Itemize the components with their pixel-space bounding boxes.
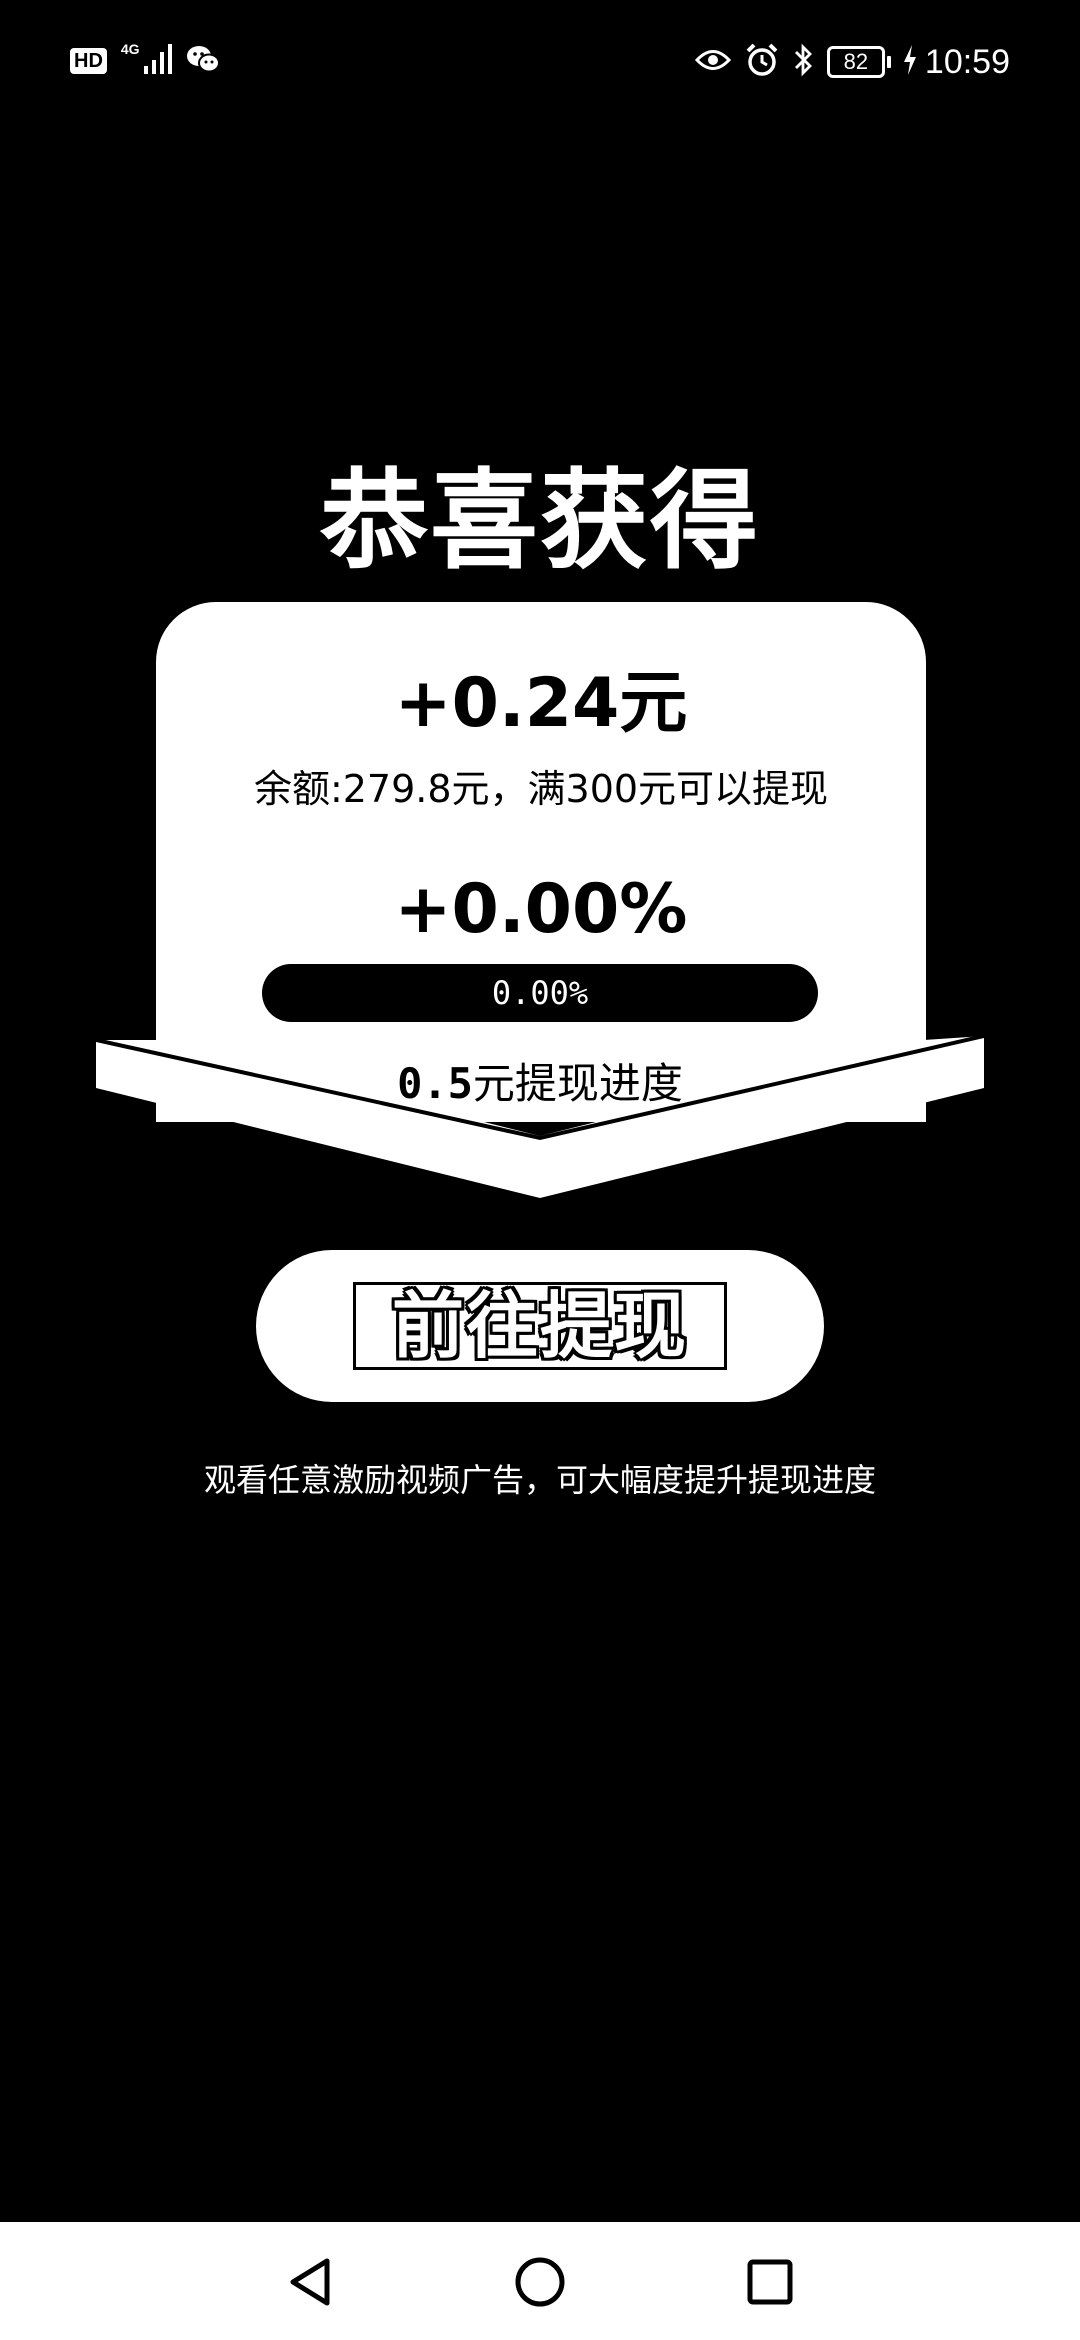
go-withdraw-button[interactable]: 前往提现 bbox=[256, 1250, 824, 1402]
signal-icon bbox=[143, 44, 172, 78]
clock: 10:59 bbox=[924, 42, 1010, 81]
progress-caption: 0.5元提现进度 bbox=[0, 1056, 1080, 1112]
progress-caption-text: 元提现进度 bbox=[472, 1059, 683, 1108]
reward-percent: +0.00% bbox=[394, 870, 688, 949]
status-bar-right: 82 10:59 bbox=[694, 40, 1010, 84]
battery-icon: 82 bbox=[826, 46, 891, 78]
progress-text: 0.00% bbox=[491, 974, 589, 1012]
reward-title: 恭喜获得 bbox=[319, 459, 760, 584]
status-bar-left: HD 4G bbox=[70, 40, 220, 82]
recents-icon[interactable] bbox=[740, 2252, 800, 2312]
eye-icon bbox=[694, 47, 731, 77]
back-icon[interactable] bbox=[280, 2252, 340, 2312]
balance-text: 余额:279.8元，满300元可以提现 bbox=[253, 767, 829, 811]
withdraw-progress-bar: 0.00% bbox=[262, 964, 818, 1022]
bluetooth-icon bbox=[793, 43, 813, 81]
ad-hint-text: 观看任意激励视频广告，可大幅度提升提现进度 bbox=[203, 1461, 876, 1499]
charging-icon bbox=[903, 45, 917, 79]
reward-amount: +0.24元 bbox=[394, 664, 688, 743]
home-icon[interactable] bbox=[510, 2252, 570, 2312]
progress-caption-number: 0.5 bbox=[397, 1059, 473, 1108]
alarm-icon bbox=[745, 43, 779, 81]
network-type-label: 4G bbox=[120, 41, 140, 57]
wechat-icon bbox=[186, 44, 220, 78]
system-nav-bar bbox=[0, 2222, 1080, 2340]
hd-icon: HD bbox=[70, 48, 107, 74]
go-withdraw-label: 前往提现 bbox=[353, 1282, 727, 1370]
status-bar: HD 4G 82 10:59 bbox=[0, 0, 1080, 120]
